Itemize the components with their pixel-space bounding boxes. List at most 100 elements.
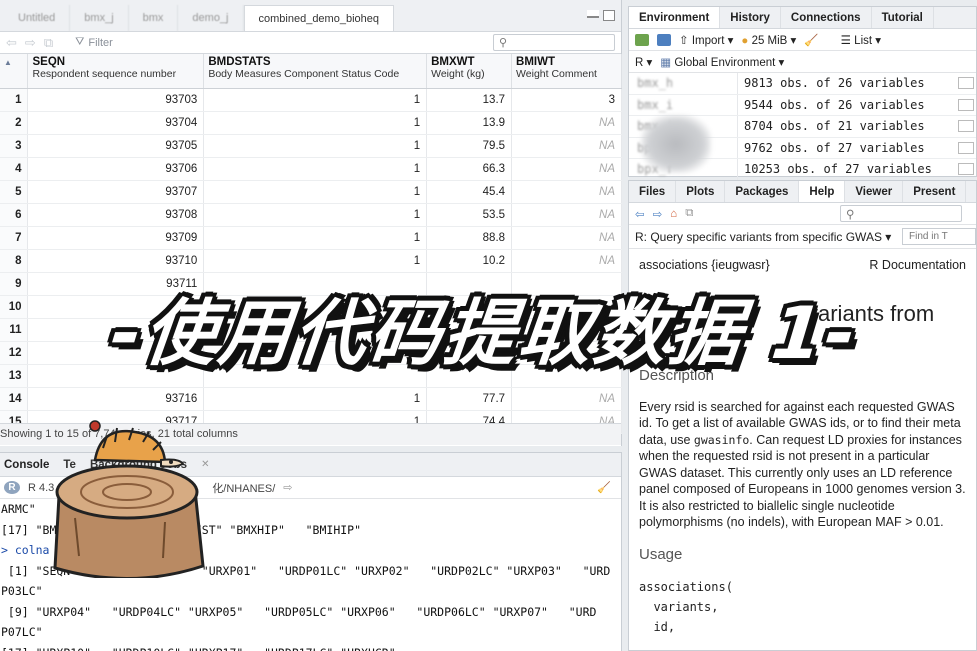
minimize-icon[interactable]: [587, 10, 599, 18]
column-header[interactable]: SEQN Respondent sequence number: [27, 54, 205, 89]
back-arrow-icon[interactable]: ⇦: [635, 207, 645, 221]
source-tab-active[interactable]: combined_demo_bioheq: [243, 5, 394, 31]
column-header[interactable]: BMDSTATS Body Measures Component Status …: [203, 54, 428, 89]
cell-bmiwt[interactable]: NA: [511, 157, 622, 181]
cell-seqn[interactable]: 93705: [27, 134, 205, 158]
cell-bmiwt[interactable]: NA: [511, 134, 622, 158]
broom-icon[interactable]: 🧹: [804, 33, 818, 47]
cell-bmdstats[interactable]: 1: [203, 134, 428, 158]
scope-select[interactable]: ▦ Global Environment ▾: [660, 55, 784, 69]
cell-seqn[interactable]: 93706: [27, 157, 205, 181]
table-row[interactable]: 8 93710 1 10.2 NA: [0, 249, 622, 273]
view-table-icon[interactable]: [958, 98, 974, 111]
tab-history[interactable]: History: [720, 7, 781, 28]
popout-icon[interactable]: ⧉: [685, 207, 693, 220]
table-row[interactable]: 2 93704 1 13.9 NA: [0, 111, 622, 135]
tab-packages[interactable]: Packages: [725, 181, 800, 202]
cell-bmdstats[interactable]: 1: [203, 226, 428, 250]
table-row[interactable]: 3 93705 1 79.5 NA: [0, 134, 622, 158]
cell-seqn[interactable]: 93709: [27, 226, 205, 250]
cell-bmdstats[interactable]: 1: [203, 249, 428, 273]
goto-dir-icon[interactable]: ⇨: [283, 481, 292, 494]
row-number[interactable]: 8: [0, 249, 29, 273]
clear-console-icon[interactable]: 🧹: [597, 481, 611, 494]
tab-tutorial[interactable]: Tutorial: [872, 7, 934, 28]
tab-plots[interactable]: Plots: [676, 181, 726, 202]
column-header[interactable]: BMXWT Weight (kg): [426, 54, 513, 89]
cell-seqn[interactable]: 93710: [27, 249, 205, 273]
row-number[interactable]: 4: [0, 157, 29, 181]
cell-bmxwt[interactable]: 79.5: [426, 134, 513, 158]
cell-seqn[interactable]: 93716: [27, 387, 205, 411]
cell-seqn[interactable]: 93703: [27, 88, 205, 112]
find-in-topic-input[interactable]: Find in T: [902, 228, 976, 245]
table-row[interactable]: 7 93709 1 88.8 NA: [0, 226, 622, 250]
back-arrow-icon[interactable]: ⇦: [6, 35, 17, 51]
cell-bmiwt[interactable]: NA: [511, 203, 622, 227]
cell-bmiwt[interactable]: NA: [511, 387, 622, 411]
row-number[interactable]: 14: [0, 387, 29, 411]
cell-seqn[interactable]: 93704: [27, 111, 205, 135]
viewer-search-input[interactable]: ⚲: [493, 34, 615, 51]
gwasinfo-link[interactable]: gwasinfo: [694, 433, 749, 447]
save-icon[interactable]: [657, 33, 671, 46]
help-search-input[interactable]: ⚲: [840, 205, 962, 222]
tab-viewer[interactable]: Viewer: [845, 181, 904, 202]
cell-bmxwt[interactable]: 88.8: [426, 226, 513, 250]
cell-seqn[interactable]: 93707: [27, 180, 205, 204]
memory-usage[interactable]: ● 25 MiB ▾: [741, 33, 796, 47]
cell-bmxwt[interactable]: 53.5: [426, 203, 513, 227]
home-icon[interactable]: ⌂: [670, 208, 677, 220]
cell-bmxwt[interactable]: 77.7: [426, 387, 513, 411]
row-number[interactable]: 2: [0, 111, 29, 135]
view-table-icon[interactable]: [958, 77, 974, 90]
cell-bmdstats[interactable]: 1: [203, 111, 428, 135]
source-tab[interactable]: bmx: [129, 5, 179, 31]
cell-bmdstats[interactable]: 1: [203, 157, 428, 181]
source-tab[interactable]: Untitled: [4, 5, 71, 31]
filter-button[interactable]: ⛛ Filter: [75, 36, 113, 49]
cell-bmxwt[interactable]: 45.4: [426, 180, 513, 204]
table-row[interactable]: 5 93707 1 45.4 NA: [0, 180, 622, 204]
environment-object[interactable]: bmx_h 9813 obs. of 26 variables: [629, 73, 976, 95]
cell-bmxwt[interactable]: 10.2: [426, 249, 513, 273]
tab-files[interactable]: Files: [629, 181, 677, 202]
row-number[interactable]: 10: [0, 295, 29, 319]
cell-bmiwt[interactable]: NA: [511, 226, 622, 250]
row-number[interactable]: 9: [0, 272, 29, 296]
cell-bmiwt[interactable]: NA: [511, 111, 622, 135]
table-row[interactable]: 4 93706 1 66.3 NA: [0, 157, 622, 181]
cell-bmxwt[interactable]: 13.7: [426, 88, 513, 112]
row-number[interactable]: 1: [0, 88, 29, 112]
language-select[interactable]: R ▾: [635, 55, 652, 69]
tab-connections[interactable]: Connections: [781, 7, 872, 28]
table-row[interactable]: 14 93716 1 77.7 NA: [0, 387, 622, 411]
cell-bmxwt[interactable]: 66.3: [426, 157, 513, 181]
cell-bmiwt[interactable]: NA: [511, 180, 622, 204]
cell-bmdstats[interactable]: 1: [203, 180, 428, 204]
open-folder-icon[interactable]: [635, 33, 649, 46]
tab-presentation[interactable]: Present: [903, 181, 967, 202]
view-table-icon[interactable]: [958, 163, 974, 176]
import-button[interactable]: ⇧ Import ▾: [679, 33, 733, 47]
cell-bmdstats[interactable]: 1: [203, 387, 428, 411]
row-number[interactable]: 13: [0, 364, 29, 388]
environment-object[interactable]: bmx_i 9544 obs. of 26 variables: [629, 94, 976, 116]
forward-arrow-icon[interactable]: ⇨: [653, 207, 663, 221]
working-directory[interactable]: 化/NHANES/: [212, 480, 275, 496]
cell-bmdstats[interactable]: 1: [203, 203, 428, 227]
cell-seqn[interactable]: 93708: [27, 203, 205, 227]
row-number[interactable]: 5: [0, 180, 29, 204]
row-number[interactable]: 3: [0, 134, 29, 158]
row-number-header[interactable]: ▲: [0, 54, 29, 89]
help-topic-select[interactable]: R: Query specific variants from specific…: [635, 230, 891, 244]
tab-environment[interactable]: Environment: [629, 7, 721, 28]
popout-icon[interactable]: ⧉: [44, 35, 53, 51]
list-view-button[interactable]: ☰ List ▾: [841, 33, 881, 47]
tab-console[interactable]: Console: [4, 459, 49, 471]
view-table-icon[interactable]: [958, 141, 974, 154]
row-number[interactable]: 7: [0, 226, 29, 250]
row-number[interactable]: 6: [0, 203, 29, 227]
view-table-icon[interactable]: [958, 120, 974, 133]
cell-bmxwt[interactable]: 13.9: [426, 111, 513, 135]
